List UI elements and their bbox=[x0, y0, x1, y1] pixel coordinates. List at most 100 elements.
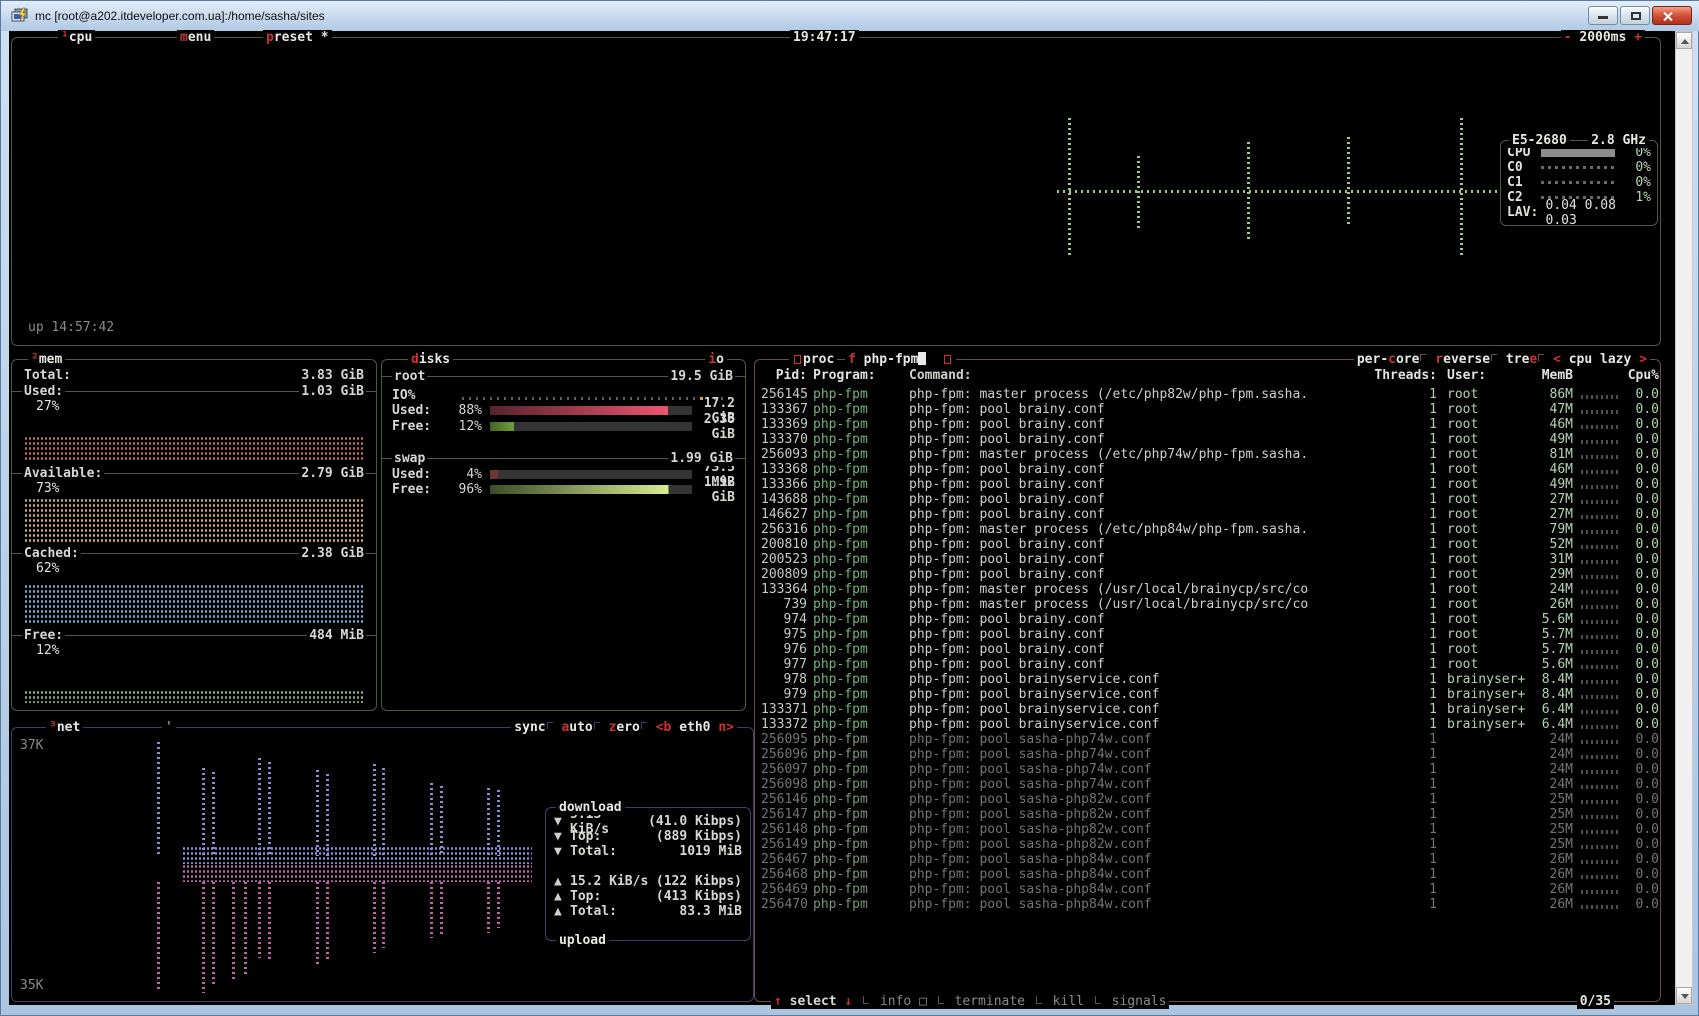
table-row[interactable]: 978php-fpmphp-fpm: pool brainyservice.co… bbox=[755, 672, 1660, 687]
table-row[interactable]: 256096php-fpmphp-fpm: pool sasha-php74w.… bbox=[755, 747, 1660, 762]
kill-button[interactable]: kill bbox=[1053, 994, 1084, 1009]
iface-prev-button[interactable]: <b bbox=[656, 720, 672, 735]
table-row[interactable]: 256316php-fpmphp-fpm: master process (/e… bbox=[755, 522, 1660, 537]
reverse-toggle[interactable]: reverse bbox=[1435, 352, 1490, 367]
table-row[interactable]: 256470php-fpmphp-fpm: pool sasha-php84w.… bbox=[755, 897, 1660, 912]
proc-command: php-fpm: pool sasha-php82w.conf bbox=[909, 822, 1427, 837]
scroll-down-button[interactable] bbox=[1676, 987, 1692, 1004]
select-up-button[interactable]: ↑ bbox=[774, 994, 782, 1009]
proc-mem-graph-icon bbox=[1581, 410, 1619, 414]
table-row[interactable]: 256469php-fpmphp-fpm: pool sasha-php84w.… bbox=[755, 882, 1660, 897]
preset-button[interactable]: preset * bbox=[263, 30, 332, 45]
table-row[interactable]: 133371php-fpmphp-fpm: pool brainyservice… bbox=[755, 702, 1660, 717]
net-box: ³net ' sync auto zero <b eth0 n> 37K 35K… bbox=[11, 727, 754, 1002]
proc-user: root bbox=[1447, 612, 1531, 627]
table-row[interactable]: 133364php-fpmphp-fpm: master process (/u… bbox=[755, 582, 1660, 597]
table-row[interactable]: 977php-fpmphp-fpm: pool brainy.conf1root… bbox=[755, 657, 1660, 672]
scroll-up-button[interactable] bbox=[1676, 32, 1692, 49]
proc-program: php-fpm bbox=[813, 447, 909, 462]
table-row[interactable]: 256467php-fpmphp-fpm: pool sasha-php84w.… bbox=[755, 852, 1660, 867]
table-row[interactable]: 133370php-fpmphp-fpm: pool brainy.conf1r… bbox=[755, 432, 1660, 447]
table-row[interactable]: 133368php-fpmphp-fpm: pool brainy.conf1r… bbox=[755, 462, 1660, 477]
close-button[interactable] bbox=[1652, 6, 1692, 25]
table-row[interactable]: 133366php-fpmphp-fpm: pool brainy.conf1r… bbox=[755, 477, 1660, 492]
sort-next-button[interactable]: > bbox=[1639, 352, 1647, 367]
table-row[interactable]: 143688php-fpmphp-fpm: pool brainy.conf1r… bbox=[755, 492, 1660, 507]
proc-user: root bbox=[1447, 402, 1531, 417]
proc-filter[interactable]: f php-fpm bbox=[845, 352, 956, 367]
net-controls: sync auto zero <b eth0 n> bbox=[511, 720, 737, 735]
table-row[interactable]: 256145php-fpmphp-fpm: master process (/e… bbox=[755, 387, 1660, 402]
proc-cpu: 0.0 bbox=[1619, 777, 1659, 792]
proc-mem: 26M bbox=[1531, 597, 1573, 612]
proc-mem-graph-icon bbox=[1581, 785, 1619, 789]
core-row: C10% bbox=[1501, 175, 1657, 190]
table-row[interactable]: 200523php-fpmphp-fpm: pool brainy.conf1r… bbox=[755, 552, 1660, 567]
table-row[interactable]: 256147php-fpmphp-fpm: pool sasha-php82w.… bbox=[755, 807, 1660, 822]
table-row[interactable]: 256148php-fpmphp-fpm: pool sasha-php82w.… bbox=[755, 822, 1660, 837]
disks-title[interactable]: disks bbox=[408, 352, 453, 367]
proc-pid: 200523 bbox=[761, 552, 807, 567]
scrollbar[interactable] bbox=[1675, 31, 1693, 1005]
table-row[interactable]: 974php-fpmphp-fpm: pool brainy.conf1root… bbox=[755, 612, 1660, 627]
iface-next-button[interactable]: n> bbox=[718, 720, 734, 735]
terminate-button[interactable]: terminate bbox=[955, 994, 1025, 1009]
table-row[interactable]: 133369php-fpmphp-fpm: pool brainy.conf1r… bbox=[755, 417, 1660, 432]
proc-cpu: 0.0 bbox=[1619, 612, 1659, 627]
table-row[interactable]: 256149php-fpmphp-fpm: pool sasha-php82w.… bbox=[755, 837, 1660, 852]
minimize-button[interactable] bbox=[1588, 6, 1618, 25]
table-row[interactable]: 146627php-fpmphp-fpm: pool brainy.conf1r… bbox=[755, 507, 1660, 522]
sort-prev-button[interactable]: < bbox=[1553, 352, 1561, 367]
proc-mem: 5.6M bbox=[1531, 657, 1573, 672]
proc-program: php-fpm bbox=[813, 807, 909, 822]
download-arrow-icon: ▼ bbox=[554, 829, 570, 844]
io-toggle[interactable]: io bbox=[705, 352, 727, 367]
proc-cpu: 0.0 bbox=[1619, 447, 1659, 462]
tab-cpu[interactable]: ¹cpu bbox=[58, 30, 95, 45]
tab-net[interactable]: ³net bbox=[46, 720, 83, 735]
proc-threads: 1 bbox=[1427, 882, 1437, 897]
table-row[interactable]: 975php-fpmphp-fpm: pool brainy.conf1root… bbox=[755, 627, 1660, 642]
table-row[interactable]: 256095php-fpmphp-fpm: pool sasha-php74w.… bbox=[755, 732, 1660, 747]
table-row[interactable]: 256146php-fpmphp-fpm: pool sasha-php82w.… bbox=[755, 792, 1660, 807]
select-down-button[interactable]: ↓ bbox=[844, 994, 852, 1009]
table-row[interactable]: 256097php-fpmphp-fpm: pool sasha-php74w.… bbox=[755, 762, 1660, 777]
proc-title[interactable]: proc bbox=[789, 352, 837, 367]
proc-command: php-fpm: pool brainy.conf bbox=[909, 642, 1427, 657]
zero-button[interactable]: zero bbox=[609, 720, 640, 735]
disk-root-row: root19.5 GiB bbox=[392, 369, 735, 384]
table-row[interactable]: 256093php-fpmphp-fpm: master process (/e… bbox=[755, 447, 1660, 462]
table-row[interactable]: 133367php-fpmphp-fpm: pool brainy.conf1r… bbox=[755, 402, 1660, 417]
table-row[interactable]: 739php-fpmphp-fpm: master process (/usr/… bbox=[755, 597, 1660, 612]
tree-toggle[interactable]: tree bbox=[1506, 352, 1537, 367]
menu-button[interactable]: menu bbox=[177, 30, 214, 45]
interval-plus-button[interactable]: + bbox=[1634, 30, 1642, 45]
interval-minus-button[interactable]: - bbox=[1564, 30, 1572, 45]
table-row[interactable]: 256468php-fpmphp-fpm: pool sasha-php84w.… bbox=[755, 867, 1660, 882]
maximize-button[interactable] bbox=[1620, 6, 1650, 25]
table-row[interactable]: 256098php-fpmphp-fpm: pool sasha-php74w.… bbox=[755, 777, 1660, 792]
tab-mem[interactable]: ²mem bbox=[28, 352, 65, 367]
sync-button[interactable]: sync bbox=[514, 720, 545, 735]
per-core-toggle[interactable]: per-core bbox=[1357, 352, 1420, 367]
proc-threads: 1 bbox=[1427, 762, 1437, 777]
proc-mem: 5.7M bbox=[1531, 627, 1573, 642]
table-row[interactable]: 200810php-fpmphp-fpm: pool brainy.conf1r… bbox=[755, 537, 1660, 552]
proc-command: php-fpm: pool sasha-php82w.conf bbox=[909, 792, 1427, 807]
table-row[interactable]: 133372php-fpmphp-fpm: pool brainyservice… bbox=[755, 717, 1660, 732]
table-row[interactable]: 976php-fpmphp-fpm: pool brainy.conf1root… bbox=[755, 642, 1660, 657]
proc-command: php-fpm: master process (/etc/php84w/php… bbox=[909, 522, 1427, 537]
table-row[interactable]: 200809php-fpmphp-fpm: pool brainy.conf1r… bbox=[755, 567, 1660, 582]
proc-mem-graph-icon bbox=[1581, 695, 1619, 699]
info-button[interactable]: info □ bbox=[880, 994, 927, 1009]
titlebar[interactable]: mc [root@a202.itdeveloper.com.ua]:/home/… bbox=[1, 1, 1699, 31]
proc-header-row: Pid: Program: Command: Threads: User: Me… bbox=[755, 368, 1660, 383]
auto-button[interactable]: auto bbox=[561, 720, 592, 735]
table-row[interactable]: 979php-fpmphp-fpm: pool brainyservice.co… bbox=[755, 687, 1660, 702]
terminal: ¹cpu menu preset * 19:47:17 - 2000ms + E… bbox=[9, 31, 1675, 1005]
filter-key: f bbox=[848, 352, 856, 367]
proc-mem-graph-icon bbox=[1581, 455, 1619, 459]
signals-button[interactable]: signals bbox=[1112, 994, 1167, 1009]
proc-threads: 1 bbox=[1427, 597, 1437, 612]
proc-program: php-fpm bbox=[813, 672, 909, 687]
